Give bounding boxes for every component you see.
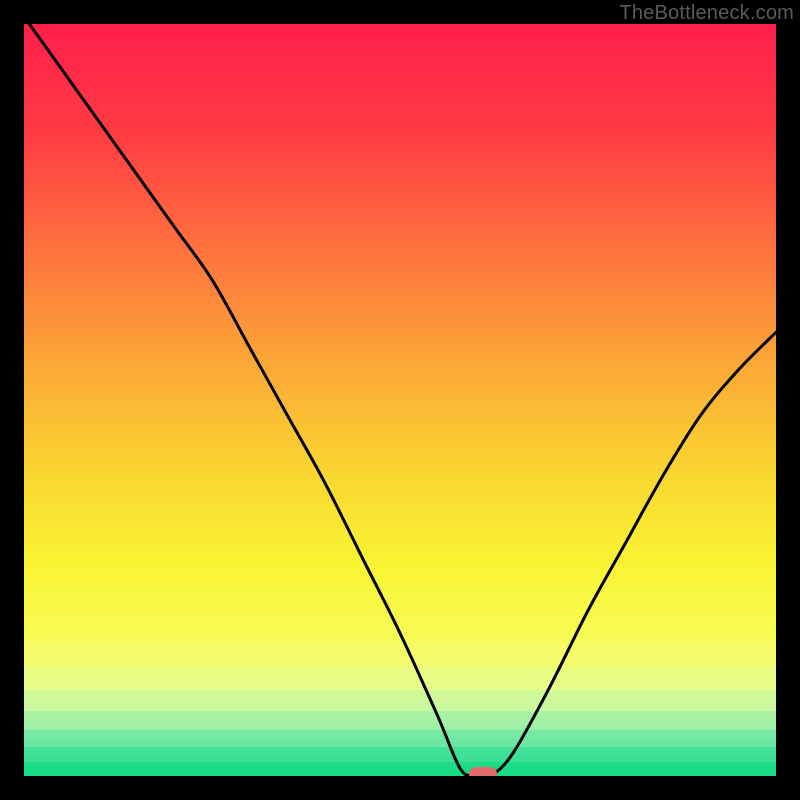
minimum-marker [469, 767, 497, 776]
watermark-text: TheBottleneck.com [619, 2, 794, 25]
chart-frame: TheBottleneck.com [0, 0, 800, 800]
plot-area [24, 24, 776, 776]
bottleneck-curve [24, 24, 776, 776]
